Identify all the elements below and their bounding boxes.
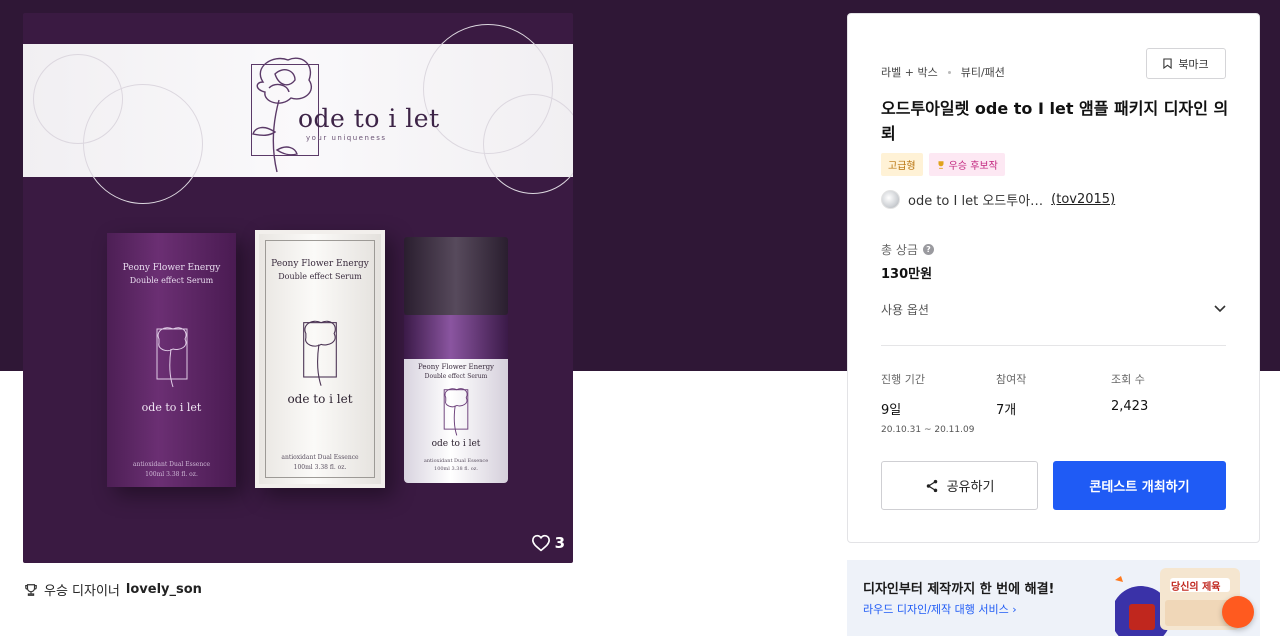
breadcrumb-separator [947,70,951,74]
box-product-subname: Double effect Serum [129,276,214,285]
bookmark-label: 북마크 [1178,57,1209,71]
bottle-cap [404,237,508,315]
client-avatar [881,190,900,209]
box-volume: 100ml 3.38 fl. oz. [145,471,198,478]
box-product-name: Peony Flower Energy [271,259,369,269]
usage-label: 사용 옵션 [881,302,929,317]
bottle-volume: 100ml 3.38 fl. oz. [434,466,478,472]
badge-row: 고급형 우승 후보작 [881,153,1005,176]
contest-stats: 진행 기간 9일 20.10.31 ~ 20.11.09 참여작 7개 조회 수… [881,371,1226,435]
bottle-description: antioxidant Dual Essence [423,458,489,464]
client-info[interactable]: ode to I let 오드투아… (tov2015) [881,190,1115,209]
winner-designer-name[interactable]: lovely_son [126,582,202,597]
stat-label: 진행 기간 [881,373,925,386]
prize-label: 총 상금 [881,243,918,257]
category-sub[interactable]: 뷰티/패션 [961,64,1005,80]
white-package-box: Peony Flower Energy Double effect Serum … [255,230,385,488]
bookmark-icon [1163,58,1172,69]
box-description: antioxidant Dual Essence [132,461,211,468]
bottle-band [404,315,508,359]
chat-fab-button[interactable] [1222,596,1254,628]
stat-label: 조회 수 [1111,373,1145,386]
bottle-product-name: Peony Flower Energy [418,363,494,371]
bookmark-button[interactable]: 북마크 [1146,48,1226,79]
stat-date-range: 20.10.31 ~ 20.11.09 [881,425,975,435]
stat-label: 참여작 [996,373,1027,386]
trophy-icon [938,160,944,169]
bottle-brand: ode to i let [431,439,481,449]
box-brand: ode to i let [141,401,202,414]
serum-bottle: Peony Flower Energy Double effect Serum … [404,237,508,483]
share-icon [926,479,937,492]
banner-tagline: your uniqueness [306,134,387,142]
dark-package-box: Peony Flower Energy Double effect Serum … [107,233,236,487]
chevron-right-icon: › [1012,603,1017,616]
promo-banner[interactable]: 디자인부터 제작까지 한 번에 해결! 라우드 디자인/제작 대행 서비스 › … [847,560,1260,636]
category-breadcrumb: 라벨 + 박스 뷰티/패션 [881,64,1005,80]
winner-candidate-label: 우승 후보작 [948,161,998,172]
peony-mini-icon [303,320,337,386]
stat-duration: 진행 기간 9일 20.10.31 ~ 20.11.09 [881,371,996,435]
stat-views: 조회 수 2,423 [1111,371,1226,435]
stat-value: 2,423 [1111,399,1149,414]
client-handle[interactable]: (tov2015) [1051,192,1115,207]
box-brand: ode to i let [287,392,353,406]
grade-badge: 고급형 [881,153,923,176]
entry-image[interactable]: ode to i let your uniqueness Peony Flowe… [23,13,573,563]
winning-designer: 우승 디자이너 lovely_son [24,580,202,599]
like-button[interactable]: 3 [531,534,565,552]
share-button[interactable]: 공유하기 [881,461,1038,510]
bottle-product-subname: Double effect Serum [424,373,488,380]
peony-mini-icon [443,388,469,436]
box-description: antioxidant Dual Essence [281,454,359,461]
help-icon[interactable]: ? [922,244,934,255]
heart-icon [531,534,550,552]
bottle-body: Peony Flower Energy Double effect Serum … [404,359,508,483]
contest-title: 오드투아일렛 ode to I let 앰플 패키지 디자인 의뢰 [881,99,1229,143]
stat-entries: 참여작 7개 [996,371,1111,435]
promo-link[interactable]: 라우드 디자인/제작 대행 서비스 › [863,601,1017,617]
trophy-icon [25,583,37,596]
brand-banner: ode to i let your uniqueness [23,24,573,204]
promo-product-text: 당신의 제육 [1171,582,1221,593]
winner-candidate-badge: 우승 후보작 [928,153,1005,176]
share-label: 공유하기 [946,480,995,495]
chevron-down-icon [1214,305,1226,313]
banner-brand-name: ode to i let [298,104,440,133]
promo-link-label: 라우드 디자인/제작 대행 서비스 [863,603,1009,616]
promo-headline: 디자인부터 제작까지 한 번에 해결! [863,582,1055,597]
winner-label: 우승 디자이너 [44,584,120,599]
like-count: 3 [554,534,565,552]
stat-value: 9일 [881,403,902,418]
category-main[interactable]: 라벨 + 박스 [881,64,938,80]
contest-info-panel: 라벨 + 박스 뷰티/패션 북마크 오드투아일렛 ode to I let 앰플… [847,13,1260,543]
host-contest-button[interactable]: 콘테스트 개최하기 [1053,461,1226,510]
product-scene: Peony Flower Energy Double effect Serum … [23,177,573,563]
peony-mini-icon [156,327,188,388]
divider [881,345,1226,346]
usage-options-toggle[interactable]: 사용 옵션 [881,299,1226,319]
stat-value: 7개 [996,403,1017,418]
prize-value: 130만원 [881,267,933,282]
client-name: ode to I let 오드투아… [908,194,1044,209]
box-product-subname: Double effect Serum [278,272,362,281]
prize-label-row: 총 상금 ? [881,241,934,258]
box-volume: 100ml 3.38 fl. oz. [293,464,347,471]
box-product-name: Peony Flower Energy [122,263,221,273]
